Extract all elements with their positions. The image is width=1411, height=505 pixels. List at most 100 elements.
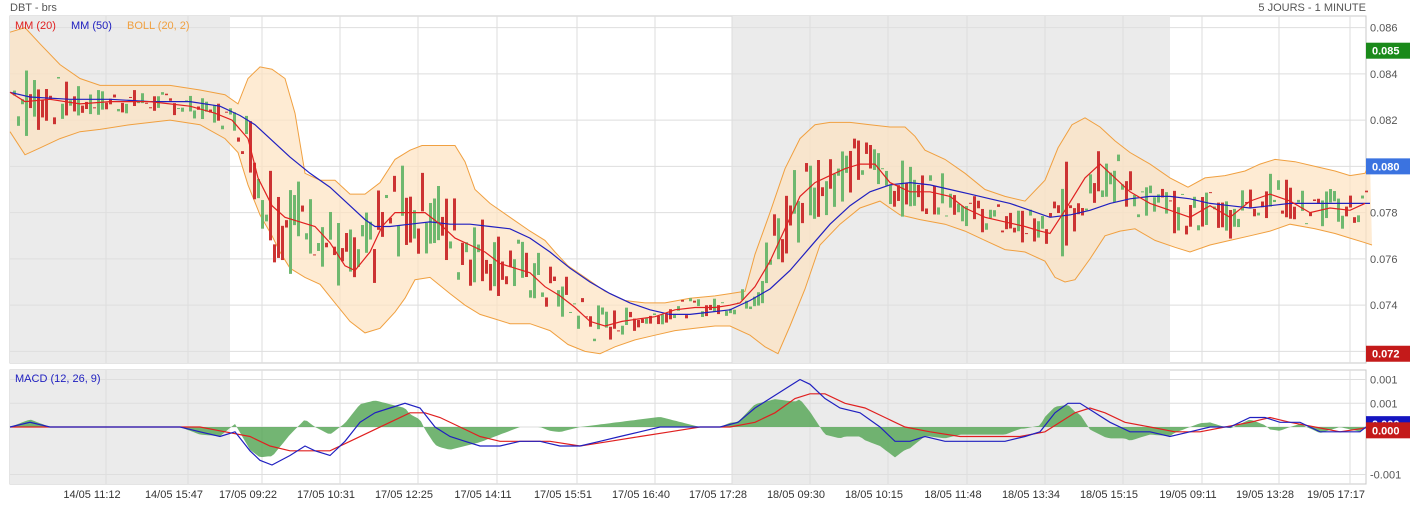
candle xyxy=(73,96,76,112)
candle xyxy=(1293,206,1296,220)
candle xyxy=(1065,161,1068,246)
candle xyxy=(689,298,692,302)
candle xyxy=(489,263,492,291)
candle xyxy=(569,311,572,313)
candle xyxy=(1117,154,1120,162)
candle xyxy=(81,105,84,113)
candle xyxy=(113,94,116,98)
candle xyxy=(405,197,408,245)
candle xyxy=(553,276,556,282)
time-axis-label: 17/05 09:22 xyxy=(219,489,277,501)
candle xyxy=(845,155,848,173)
candle xyxy=(817,160,820,217)
time-axis-label: 18/05 11:48 xyxy=(924,489,981,501)
candle xyxy=(829,159,832,189)
candle xyxy=(485,259,488,274)
candle xyxy=(617,330,620,332)
candle xyxy=(105,102,108,110)
candle xyxy=(893,190,896,207)
candle xyxy=(129,96,132,98)
candle xyxy=(1001,230,1004,233)
candle xyxy=(77,86,80,116)
candle xyxy=(869,144,872,169)
candle xyxy=(169,98,172,101)
macd-tick-label: 0.001 xyxy=(1370,398,1398,410)
candle xyxy=(1345,206,1348,217)
candle xyxy=(1253,208,1256,217)
candle xyxy=(177,108,180,110)
candle xyxy=(945,215,948,217)
candle xyxy=(1305,223,1308,225)
candle xyxy=(1333,191,1336,202)
candle xyxy=(493,242,496,287)
candle xyxy=(301,205,304,212)
candle xyxy=(909,166,912,207)
candle xyxy=(637,319,640,328)
candle xyxy=(1209,192,1212,194)
candle xyxy=(161,92,164,95)
candle xyxy=(1313,199,1316,202)
candle xyxy=(505,276,508,285)
candle xyxy=(1017,210,1020,232)
candle xyxy=(469,259,472,286)
candle xyxy=(93,107,96,109)
candle xyxy=(201,98,204,120)
candle xyxy=(773,214,776,236)
candle xyxy=(1281,210,1284,214)
candle xyxy=(521,241,524,278)
candle xyxy=(565,276,568,295)
candle xyxy=(265,214,268,222)
legend-macd[interactable]: MACD (12, 26, 9) xyxy=(15,373,101,385)
candle xyxy=(953,195,956,215)
candle xyxy=(385,194,388,199)
candle xyxy=(313,254,316,256)
candle xyxy=(305,233,308,240)
candle xyxy=(153,96,156,111)
candle xyxy=(25,70,28,136)
candle xyxy=(289,190,292,274)
candle xyxy=(125,103,128,114)
legend-boll[interactable]: BOLL (20, 2) xyxy=(127,20,190,32)
candle xyxy=(661,314,664,325)
candle xyxy=(1237,218,1240,228)
candle xyxy=(1093,183,1096,203)
candle xyxy=(853,138,856,149)
candle xyxy=(981,208,984,233)
candle xyxy=(1357,215,1360,223)
candle xyxy=(1273,199,1276,203)
candle xyxy=(985,223,988,230)
candle xyxy=(241,151,244,154)
candle xyxy=(557,290,560,307)
candle xyxy=(1061,188,1064,257)
time-axis-label: 14/05 15:47 xyxy=(145,489,203,501)
candle xyxy=(797,201,800,243)
candle xyxy=(577,315,580,329)
candle xyxy=(473,227,476,283)
candle xyxy=(1341,215,1344,229)
candle xyxy=(517,239,520,244)
time-axis-label: 17/05 10:31 xyxy=(297,489,355,501)
candle xyxy=(133,90,136,107)
candle xyxy=(693,300,696,303)
candle xyxy=(973,196,976,220)
candle xyxy=(833,173,836,207)
candle xyxy=(449,241,452,249)
candle xyxy=(713,298,716,312)
candle xyxy=(597,305,600,330)
candle xyxy=(297,181,300,237)
candle xyxy=(237,137,240,142)
candle xyxy=(429,202,432,244)
candle xyxy=(733,309,736,315)
candle xyxy=(145,102,148,104)
candle xyxy=(345,233,348,252)
period-label[interactable]: 5 JOURS - 1 MINUTE xyxy=(1258,2,1366,14)
candle xyxy=(1101,190,1104,198)
legend-mm50[interactable]: MM (50) xyxy=(71,20,112,32)
legend-mm20[interactable]: MM (20) xyxy=(15,20,56,32)
candle xyxy=(921,175,924,212)
time-axis-label: 18/05 13:34 xyxy=(1002,489,1060,501)
candle xyxy=(749,306,752,310)
candle xyxy=(1337,198,1340,222)
candle xyxy=(841,151,844,202)
price-tick-label: 0.082 xyxy=(1370,115,1398,127)
